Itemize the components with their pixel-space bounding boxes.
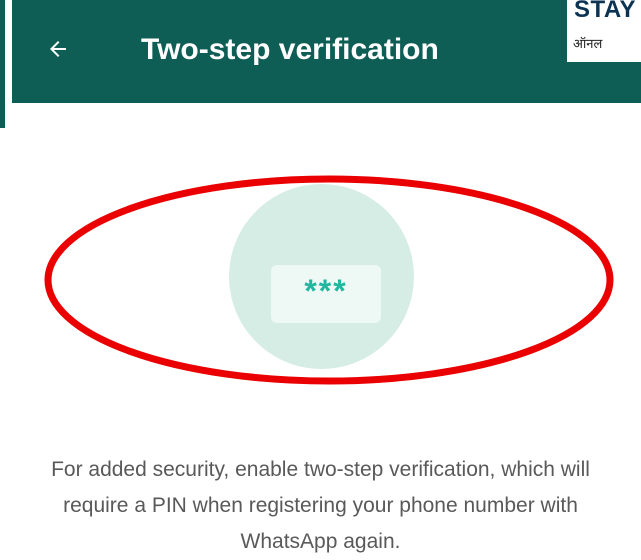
watermark-subtitle: ऑनल [573,36,603,51]
password-pin-icon: *** [271,265,381,323]
watermark-logo: STAY ऑनल [567,0,641,62]
left-edge-bar [0,0,5,128]
watermark-top-text: STAY [574,0,637,23]
left-edge-background [0,0,12,128]
back-button[interactable] [34,25,82,73]
back-arrow-icon [50,41,66,57]
two-step-description: For added security, enable two-step veri… [51,458,590,553]
app-bar: Two-step verification [12,0,641,103]
pin-mask-text: *** [304,273,348,309]
page-title: Two-step verification [141,33,439,66]
